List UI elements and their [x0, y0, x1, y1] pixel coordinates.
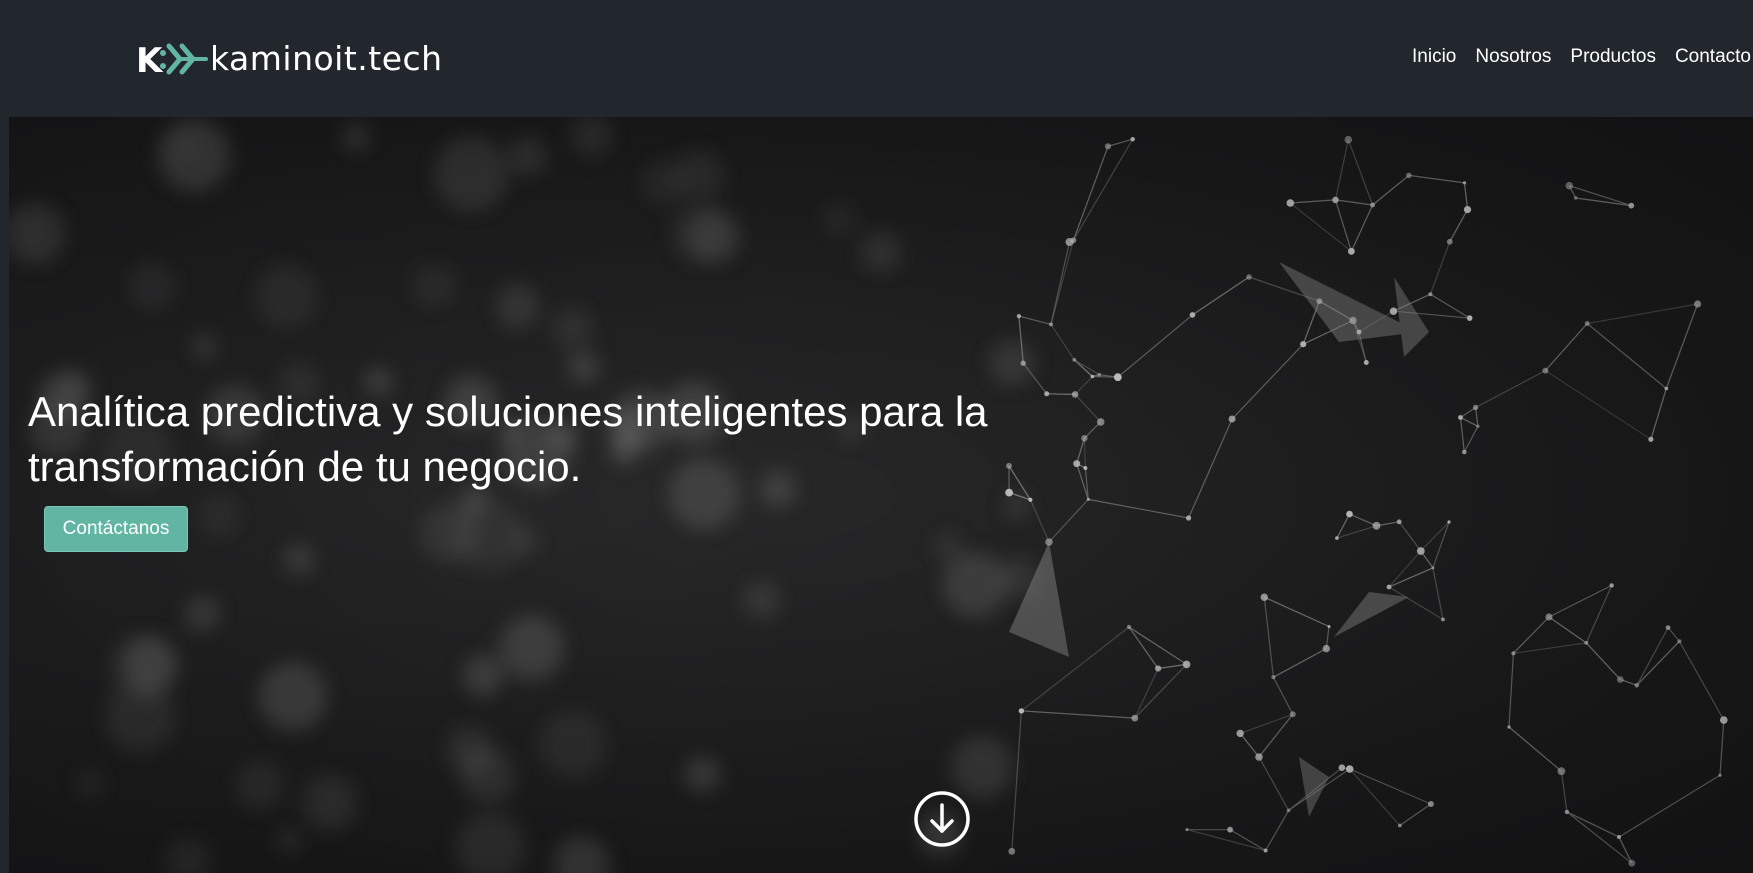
- kaminoit-logo-icon: K: [136, 41, 208, 81]
- hero-headline: Analítica predictiva y soluciones inteli…: [28, 388, 988, 490]
- brand-logo-link[interactable]: K kaminoit.tech: [136, 36, 443, 82]
- hero-section: Analítica predictiva y soluciones inteli…: [9, 117, 1753, 873]
- arrow-down-circle-icon[interactable]: [913, 790, 971, 848]
- top-navbar: K kaminoit.tech Inicio Nosotros Producto…: [0, 0, 1753, 117]
- brand-name: kaminoit.tech: [210, 39, 443, 78]
- nav-item-inicio[interactable]: Inicio: [1402, 44, 1465, 70]
- logo-letter: K: [136, 41, 164, 81]
- nav-item-contacto[interactable]: Contacto: [1665, 44, 1753, 70]
- nav-item-nosotros[interactable]: Nosotros: [1465, 44, 1560, 70]
- network-background-image: [9, 117, 1753, 873]
- main-nav: Inicio Nosotros Productos Contacto: [1402, 44, 1753, 70]
- contact-cta-button[interactable]: Contáctanos: [44, 506, 188, 552]
- hero-left-edge: [0, 117, 9, 873]
- nav-item-productos[interactable]: Productos: [1560, 44, 1665, 70]
